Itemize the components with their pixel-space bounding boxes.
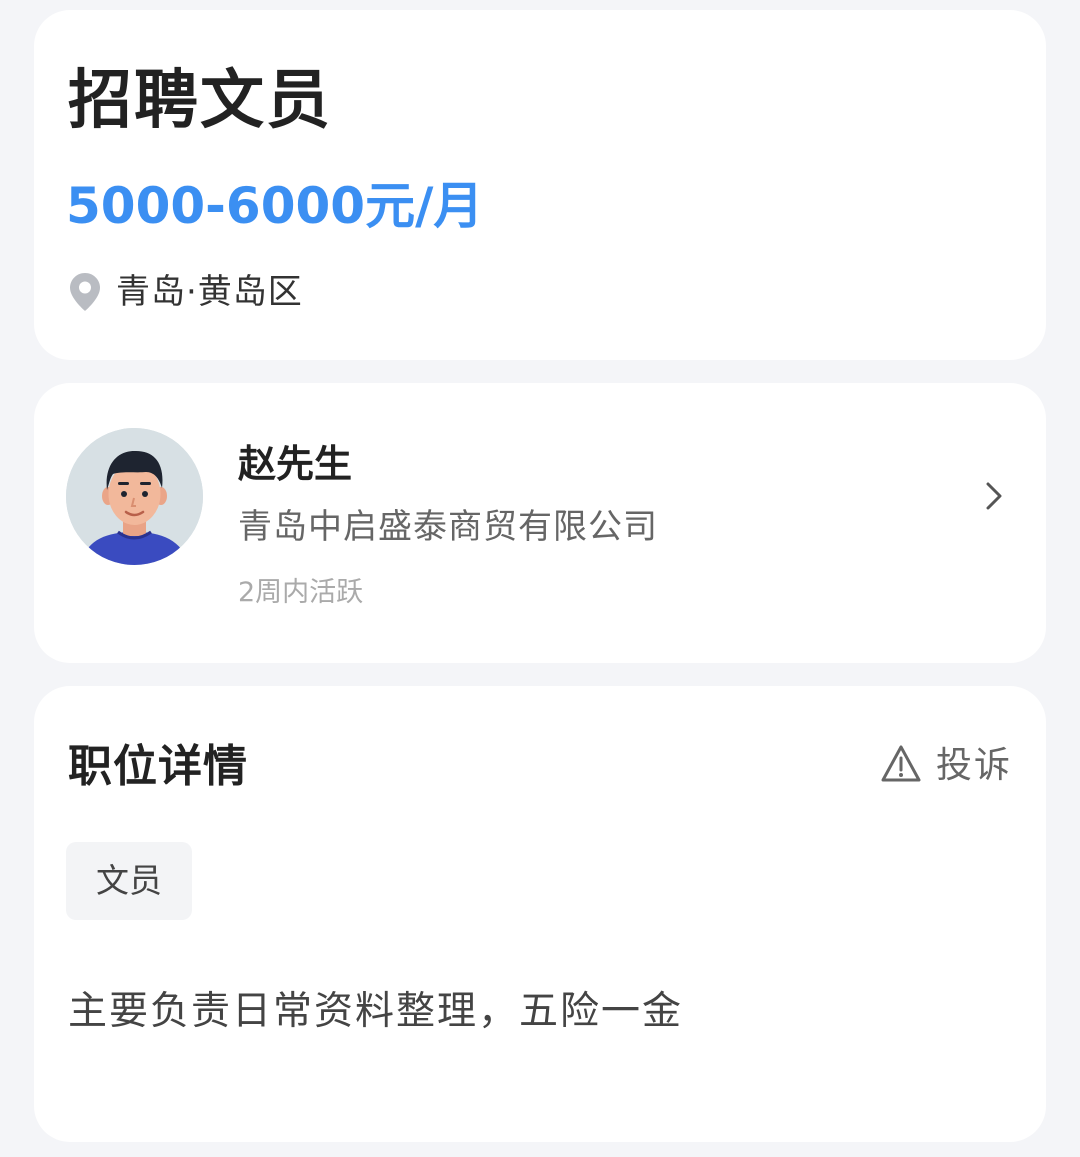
job-description: 主要负责日常资料整理，五险一金 [68,989,684,1034]
avatar[interactable] [66,428,203,565]
report-label: 投诉 [935,745,1012,786]
active-status: 2周内活跃 [238,577,364,608]
section-title: 职位详情 [68,741,248,792]
company-name: 青岛中启盛泰商贸有限公司 [238,507,658,547]
job-details-card: 职位详情 投诉 文员 主要负责日常资料整理，五险一金 [34,686,1046,1142]
warning-icon [880,744,922,788]
salary: 5000-6000元/月 [66,177,484,235]
recruiter-card[interactable]: 赵先生 青岛中启盛泰商贸有限公司 2周内活跃 [34,383,1046,663]
job-summary-card: 招聘文员 5000-6000元/月 青岛·黄岛区 [34,10,1046,360]
job-tag: 文员 [66,842,192,920]
job-title: 招聘文员 [68,64,332,138]
report-button[interactable]: 投诉 [880,742,1012,790]
recruiter-name: 赵先生 [238,442,353,486]
chevron-right-icon[interactable] [984,481,1004,515]
location-row: 青岛·黄岛区 [68,270,303,314]
location-pin-icon [68,272,102,312]
location-text: 青岛·黄岛区 [116,272,303,312]
